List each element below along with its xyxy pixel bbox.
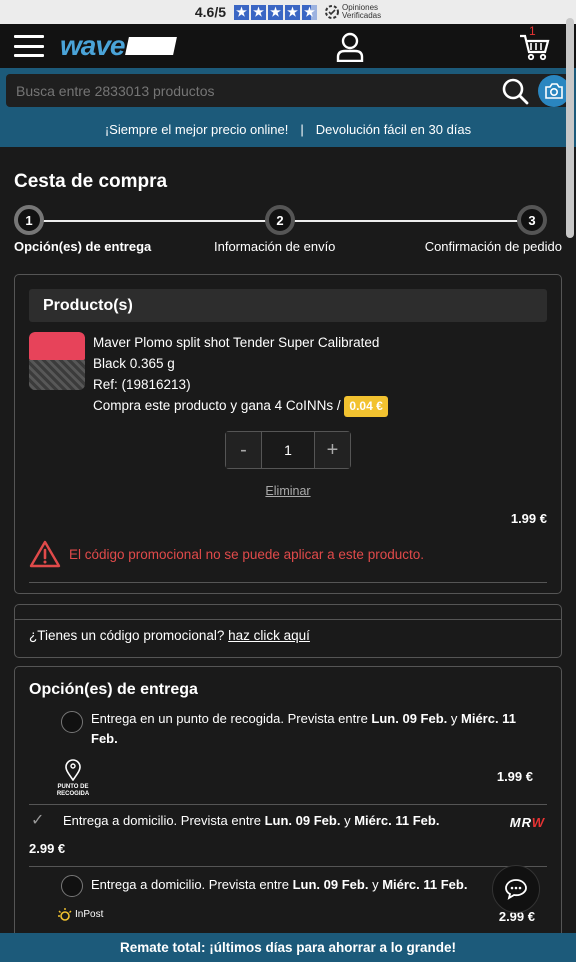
mrw-logo: MRW (509, 815, 545, 830)
rating-bar[interactable]: 4.6/5 ★ ★ ★ ★ ★ Opiniones Verificadas (0, 0, 576, 24)
delivery-price: 1.99 € (496, 769, 533, 784)
coupon-question: ¿Tienes un código promocional? (29, 628, 225, 643)
product-image[interactable] (29, 332, 85, 390)
star-icon: ★ (285, 4, 300, 20)
coupon-card: ¿Tienes un código promocional? haz click… (14, 604, 562, 658)
chat-icon (505, 879, 527, 900)
remove-link[interactable]: Eliminar (29, 484, 547, 498)
product-info: Maver Plomo split shot Tender Super Cali… (93, 332, 388, 417)
promo-error-text: El código promocional no se puede aplica… (69, 546, 424, 562)
products-heading: Producto(s) (29, 289, 547, 322)
promo-error: El código promocional no se puede aplica… (29, 540, 547, 583)
products-card: Producto(s) Maver Plomo split shot Tende… (14, 274, 562, 594)
delivery-option-text: Entrega en un punto de recogida. Previst… (91, 711, 516, 746)
delivery-price: 2.99 € (29, 841, 66, 856)
check-icon: ✓ (31, 812, 45, 829)
product-name[interactable]: Maver Plomo split shot Tender Super Cali… (93, 332, 388, 353)
bottom-banner[interactable]: Remate total: ¡últimos días para ahorrar… (0, 933, 576, 962)
star-icon: ★ (268, 4, 283, 20)
logo[interactable]: wave (60, 30, 177, 62)
page-title: Cesta de compra (14, 171, 168, 192)
product-coins: Compra este producto y gana 4 CoINNs / 0… (93, 395, 388, 417)
quantity-stepper: - 1 + (225, 431, 351, 469)
step-3-label: Confirmación de pedido (424, 239, 562, 254)
checkout-steps: 1 2 3 (14, 205, 562, 239)
radio-pickup[interactable] (61, 711, 83, 733)
step-2-label: Información de envío (214, 239, 336, 254)
warning-icon (29, 540, 61, 568)
step-1-label: Opción(es) de entrega (14, 239, 152, 254)
page: 4.6/5 ★ ★ ★ ★ ★ Opiniones Verificadas wa… (0, 0, 576, 962)
chat-button[interactable] (492, 865, 540, 913)
half-star-icon: ★ (302, 4, 317, 20)
delivery-card: Opción(es) de entrega Entrega en un punt… (14, 666, 562, 962)
inpost-sun-icon (58, 908, 72, 921)
search-bar (0, 68, 576, 112)
pickup-label: PUNTO DE RECOGIDA (56, 784, 90, 797)
product-variant: Black 0.365 g (93, 356, 175, 371)
coins-badge: 0.04 € (344, 396, 388, 417)
step-1: 1 (14, 205, 44, 235)
menu-icon[interactable] (14, 35, 44, 57)
radio-inpost[interactable] (61, 875, 83, 897)
step-3: 3 (517, 205, 547, 235)
product-ref: Ref: (19816213) (93, 377, 191, 392)
product-item: Maver Plomo split shot Tender Super Cali… (29, 332, 547, 417)
verified-badge-icon (325, 5, 339, 19)
verified-reviews-logo: Opiniones Verificadas (325, 4, 381, 20)
search-input[interactable] (16, 82, 498, 99)
delivery-option-pickup[interactable]: Entrega en un punto de recogida. Previst… (29, 707, 547, 805)
rating-score: 4.6/5 (194, 4, 226, 20)
star-icon: ★ (251, 4, 266, 20)
step-2: 2 (265, 205, 295, 235)
cart-icon[interactable] (518, 32, 550, 67)
rating-stars: ★ ★ ★ ★ ★ (234, 4, 317, 20)
star-icon: ★ (234, 4, 249, 20)
user-icon[interactable] (336, 32, 364, 67)
brand-line2: Verificadas (342, 11, 382, 20)
coins-text: Compra este producto y gana 4 CoINNs / (93, 398, 341, 413)
inpost-label: InPost (75, 909, 104, 920)
scrollbar[interactable] (566, 18, 574, 238)
step-labels: Opción(es) de entrega Información de env… (14, 239, 562, 261)
header: wave 1 (0, 24, 576, 68)
promo-separator: | (300, 122, 304, 137)
promo-strip: ¡Siempre el mejor precio online! | Devol… (0, 112, 576, 147)
logo-text: wave (60, 30, 125, 61)
search-box (6, 74, 570, 107)
qty-decrease-button[interactable]: - (226, 432, 261, 468)
qty-increase-button[interactable]: + (315, 432, 350, 468)
inpost-logo: InPost (57, 905, 103, 925)
main-content: Cesta de compra 1 2 3 Opción(es) de entr… (0, 171, 576, 962)
delivery-option-text: Entrega a domicilio. Prevista entre Lun.… (63, 813, 440, 828)
pickup-point-logo: PUNTO DE RECOGIDA (55, 759, 91, 798)
promo-easy-return: Devolución fácil en 30 días (315, 122, 472, 137)
qty-value[interactable]: 1 (261, 432, 315, 468)
delivery-option-home-mrw[interactable]: ✓ Entrega a domicilio. Prevista entre Lu… (29, 805, 547, 867)
promo-best-price: ¡Siempre el mejor precio online! (104, 122, 289, 137)
coupon-row: ¿Tienes un código promocional? haz click… (15, 619, 561, 643)
product-price: 1.99 € (510, 511, 547, 526)
pickup-pin-icon (65, 759, 81, 782)
search-icon[interactable] (498, 74, 532, 107)
delivery-heading: Opción(es) de entrega (29, 681, 198, 698)
coupon-link[interactable]: haz click aquí (228, 628, 310, 643)
delivery-option-text: Entrega a domicilio. Prevista entre Lun.… (91, 877, 468, 892)
logo-bar (124, 37, 177, 55)
